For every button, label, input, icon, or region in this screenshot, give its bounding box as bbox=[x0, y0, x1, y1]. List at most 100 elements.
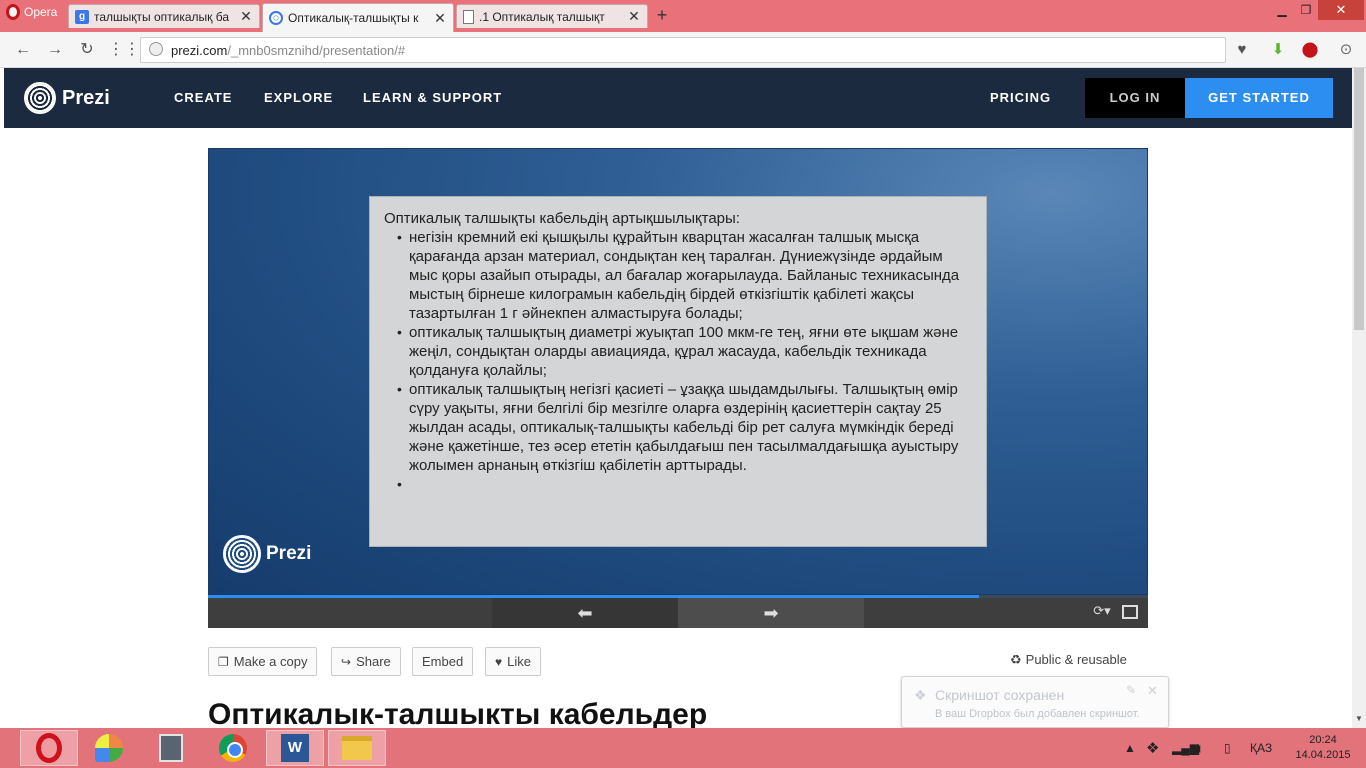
window-close-button[interactable]: ✕ bbox=[1318, 0, 1364, 20]
copy-icon: ❐ bbox=[218, 654, 229, 669]
arrow-right-icon: ➡ bbox=[763, 603, 779, 623]
nav-create[interactable]: CREATE bbox=[174, 90, 232, 105]
taskbar-opera[interactable] bbox=[20, 730, 78, 766]
share-button[interactable]: ↪ Share bbox=[331, 647, 401, 676]
nav-learn-support[interactable]: LEARN & SUPPORT bbox=[363, 90, 502, 105]
tray-overflow-icon[interactable]: ▲ bbox=[1124, 728, 1136, 768]
taskbar-word[interactable]: W bbox=[266, 730, 324, 766]
scrollbar-thumb[interactable] bbox=[1354, 68, 1364, 330]
dropbox-icon: ❖ bbox=[914, 687, 927, 703]
forward-arrow-icon[interactable]: → bbox=[44, 39, 66, 61]
opera-menu-button[interactable]: Opera bbox=[0, 0, 62, 24]
slide-bullet: оптикалық талшықтың негізгі қасиеті – ұз… bbox=[384, 380, 972, 475]
clock-date: 14.04.2015 bbox=[1295, 749, 1351, 761]
bookmark-heart-icon[interactable]: ♥ bbox=[1232, 40, 1252, 60]
downloads-menu-icon[interactable]: ⊙ bbox=[1336, 40, 1356, 60]
prezi-logo-icon bbox=[24, 82, 56, 114]
get-started-button[interactable]: GET STARTED bbox=[1185, 78, 1333, 118]
heart-icon: ♥ bbox=[495, 654, 503, 669]
battery-icon[interactable]: ▯ bbox=[1224, 728, 1231, 768]
network-signal-icon[interactable]: ▂▄▆ bbox=[1172, 728, 1199, 768]
prezi-favicon-icon bbox=[269, 11, 283, 25]
next-step-button[interactable]: ➡ bbox=[678, 598, 864, 628]
dropbox-notification[interactable]: ❖ Скриншот сохранен В ваш Dropbox был до… bbox=[901, 676, 1169, 728]
notification-close-icon[interactable]: ✕ bbox=[1147, 683, 1158, 699]
taskbar-calculator[interactable] bbox=[142, 730, 200, 766]
like-label: Like bbox=[507, 654, 531, 669]
system-clock[interactable]: 20:24 14.04.2015 bbox=[1290, 733, 1356, 763]
url-field[interactable]: prezi.com/_mnb0smznihd/presentation/# bbox=[140, 37, 1226, 63]
notification-title: Скриншот сохранен bbox=[935, 687, 1065, 703]
prezi-watermark-icon bbox=[223, 535, 261, 573]
dropbox-tray-icon[interactable]: ❖ bbox=[1146, 728, 1159, 768]
site-info-icon[interactable] bbox=[141, 41, 171, 59]
tab-close-icon[interactable]: ✕ bbox=[627, 8, 641, 25]
windows-taskbar: W ▲ ❖ ▂▄▆ 🔈︎ ▯ ҚАЗ 20:24 14.04.2015 bbox=[0, 728, 1366, 768]
embed-label: Embed bbox=[422, 654, 464, 669]
slide-bullet: негізін кремний екі қышқылы құрайтын ква… bbox=[384, 228, 972, 323]
prezi-logo-text: Prezi bbox=[62, 86, 110, 109]
slide-bullet-list: негізін кремний екі қышқылы құрайтын ква… bbox=[384, 228, 972, 494]
public-reusable-status: ♻ Public & reusable bbox=[1010, 652, 1127, 668]
speed-dial-grid-icon[interactable]: ⋮⋮ bbox=[108, 39, 140, 61]
arrow-left-icon: ⬅ bbox=[577, 603, 593, 623]
google-favicon-icon: g bbox=[75, 9, 89, 24]
restore-icon[interactable]: ❐ bbox=[1292, 0, 1320, 22]
nav-explore[interactable]: EXPLORE bbox=[264, 90, 333, 105]
public-reusable-label: Public & reusable bbox=[1025, 652, 1127, 667]
opera-logo-icon bbox=[6, 4, 20, 20]
notification-body: В ваш Dropbox был добавлен скриншот. bbox=[935, 708, 1140, 720]
calculator-icon bbox=[159, 734, 183, 762]
taskbar-paint[interactable] bbox=[80, 730, 138, 766]
tab-label: Оптикалық-талшықты к bbox=[288, 11, 419, 25]
paint-icon bbox=[95, 734, 123, 762]
tab-close-icon[interactable]: ✕ bbox=[239, 8, 253, 25]
share-label: Share bbox=[356, 654, 391, 669]
embed-button[interactable]: Embed bbox=[412, 647, 474, 676]
document-favicon-icon bbox=[463, 9, 474, 24]
reload-icon[interactable]: ↻ bbox=[76, 39, 98, 61]
word-icon: W bbox=[281, 734, 309, 762]
scroll-down-arrow-icon[interactable]: ▼ bbox=[1352, 714, 1366, 726]
url-text: prezi.com/_mnb0smznihd/presentation/# bbox=[171, 42, 406, 58]
adblock-extension-icon[interactable]: ⬤ bbox=[1300, 40, 1320, 60]
address-toolbar: ← → ↻ ⋮⋮ prezi.com/_mnb0smznihd/presenta… bbox=[0, 32, 1366, 68]
nav-pricing[interactable]: PRICING bbox=[990, 90, 1051, 105]
tab-search-results[interactable]: g талшықты оптикалық ба ✕ bbox=[68, 4, 260, 28]
player-controls: ⬅ ➡ ⟳▾ bbox=[208, 598, 1148, 628]
language-indicator[interactable]: ҚАЗ bbox=[1250, 728, 1272, 768]
tab-label: талшықты оптикалық ба bbox=[94, 9, 230, 24]
pin-icon[interactable]: ✎ bbox=[1126, 683, 1136, 697]
site-header: Prezi CREATE EXPLORE LEARN & SUPPORT PRI… bbox=[4, 68, 1352, 128]
back-arrow-icon[interactable]: ← bbox=[12, 39, 34, 61]
fullscreen-icon[interactable] bbox=[1122, 605, 1138, 619]
share-icon: ↪ bbox=[341, 654, 352, 669]
page-scrollbar[interactable]: ▼ bbox=[1352, 68, 1366, 728]
presentation-title: Оптикалык-талшыкты кабельдер bbox=[208, 698, 708, 728]
slide-bullet: оптикалық талшықтың диаметрі жуықтап 100… bbox=[384, 323, 972, 380]
browser-tab-bar: Opera g талшықты оптикалық ба ✕ Оптикалы… bbox=[0, 0, 1366, 32]
taskbar-chrome[interactable] bbox=[204, 730, 262, 766]
previous-step-button[interactable]: ⬅ bbox=[492, 598, 678, 628]
tab-prezi-presentation[interactable]: Оптикалық-талшықты к ✕ bbox=[262, 3, 454, 32]
opera-icon bbox=[36, 733, 62, 763]
recycle-icon: ♻ bbox=[1010, 652, 1022, 667]
prezi-watermark: Prezi bbox=[223, 535, 311, 573]
like-button[interactable]: ♥ Like bbox=[485, 647, 541, 676]
chrome-icon bbox=[219, 734, 247, 762]
taskbar-file-explorer[interactable] bbox=[328, 730, 386, 766]
tab-label: .1 Оптикалық талшықт bbox=[479, 9, 605, 24]
prezi-logo[interactable]: Prezi bbox=[24, 82, 110, 114]
new-tab-button[interactable]: + bbox=[652, 5, 672, 26]
tab-close-icon[interactable]: ✕ bbox=[433, 10, 447, 27]
opera-menu-label: Opera bbox=[24, 5, 58, 19]
make-a-copy-label: Make a copy bbox=[233, 654, 308, 669]
volume-icon[interactable]: 🔈︎ bbox=[1196, 728, 1204, 768]
tab-document[interactable]: .1 Оптикалық талшықт ✕ bbox=[456, 4, 648, 28]
download-icon[interactable]: ⬇ bbox=[1268, 40, 1288, 60]
make-a-copy-button[interactable]: ❐ Make a copy bbox=[208, 647, 318, 676]
slide-heading: Оптикалық талшықты кабельдің артықшылықт… bbox=[384, 210, 740, 227]
log-in-button[interactable]: LOG IN bbox=[1085, 78, 1185, 118]
autoplay-menu-icon[interactable]: ⟳▾ bbox=[1088, 603, 1116, 623]
presentation-viewer[interactable]: Оптикалық талшықты кабельдің артықшылықт… bbox=[208, 148, 1148, 595]
